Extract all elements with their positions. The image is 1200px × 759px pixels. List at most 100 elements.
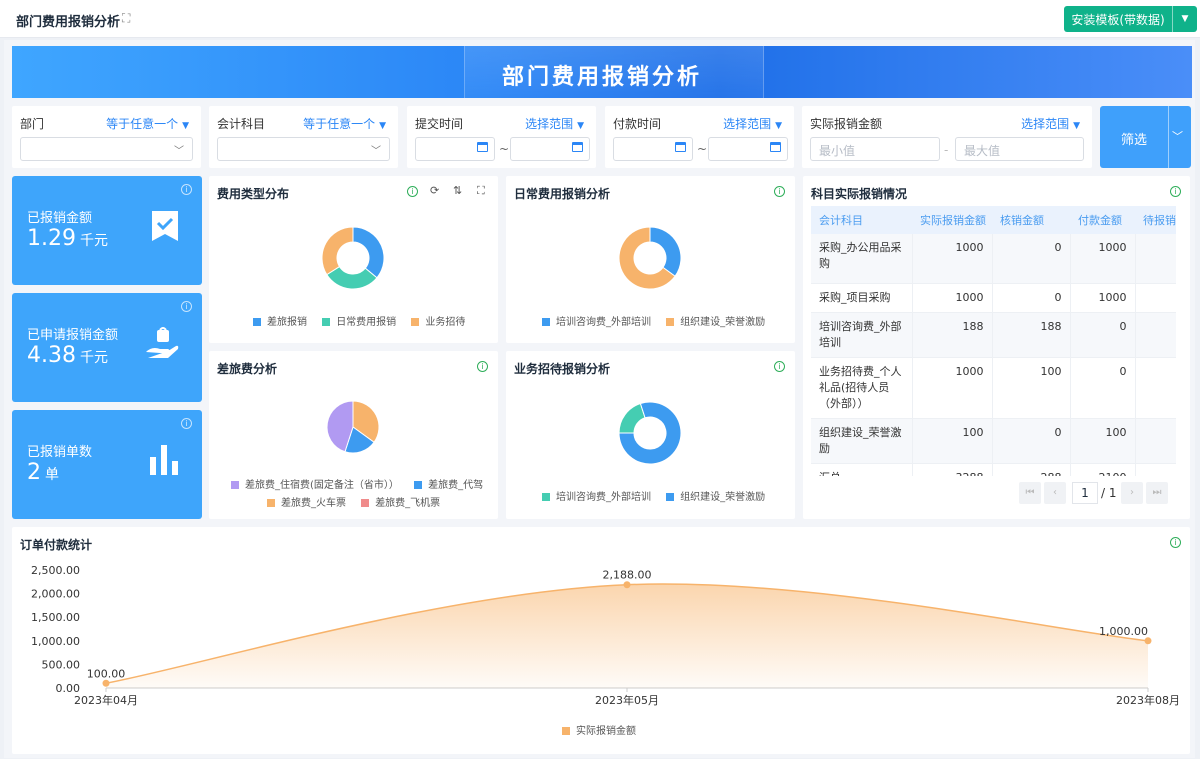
filter-operator-dropdown[interactable]: 等于任意一个 ▼ bbox=[303, 115, 386, 132]
data-label: 1,000.00 bbox=[1099, 625, 1148, 638]
min-amount-input[interactable]: 最小值 bbox=[810, 137, 940, 161]
filter-button[interactable]: 筛选 ﹀ bbox=[1100, 106, 1191, 168]
column-header[interactable]: 待报销 bbox=[1135, 206, 1176, 234]
chevron-down-icon[interactable]: ▼ bbox=[1173, 14, 1197, 24]
prev-page-button[interactable]: ‹ bbox=[1044, 482, 1066, 504]
legend-item: 日常费用报销 bbox=[322, 317, 396, 328]
calendar-icon bbox=[770, 142, 781, 152]
filter-label: 实际报销金额 bbox=[810, 117, 883, 131]
area-fill bbox=[106, 584, 1148, 688]
y-tick-label: 1,000.00 bbox=[31, 635, 80, 648]
pie-slice[interactable] bbox=[321, 226, 354, 276]
filter-operator-dropdown[interactable]: 选择范围 ▼ bbox=[723, 115, 782, 132]
legend-item: 实际报销金额 bbox=[562, 726, 636, 737]
y-tick-label: 500.00 bbox=[42, 658, 81, 671]
kpi-applied-amount: i 已申请报销金额 4.38 千元 bbox=[12, 293, 202, 402]
kpi-value: 2单 bbox=[27, 460, 59, 485]
legend-item: 差旅费_住宿费(固定备注（省市）） bbox=[231, 480, 399, 491]
table-row: 采购_办公用品采购 1000 0 1000 bbox=[811, 234, 1176, 284]
chart-fee-type: 费用类型分布 i ⟳ ⇅ ⛶ 差旅报销 日常费用报销 业务招待 bbox=[209, 176, 498, 343]
info-icon[interactable]: i bbox=[181, 418, 192, 429]
kpi-value: 4.38 千元 bbox=[27, 343, 108, 368]
chart-legend: 差旅费_住宿费(固定备注（省市）） 差旅费_代驾 bbox=[231, 476, 495, 491]
data-point[interactable] bbox=[1144, 637, 1152, 645]
column-header[interactable]: 实际报销金额 bbox=[912, 206, 992, 234]
chart-legend: 差旅报销 日常费用报销 业务招待 bbox=[253, 313, 477, 328]
filter-operator-dropdown[interactable]: 等于任意一个 ▼ bbox=[106, 115, 189, 132]
table-title: 科目实际报销情况 bbox=[811, 187, 908, 201]
chart-travel-expense: 差旅费分析 i 差旅费_住宿费(固定备注（省市）） 差旅费_代驾 差旅费_火车票… bbox=[209, 351, 498, 519]
chevron-down-icon: ﹀ bbox=[174, 146, 184, 157]
next-page-button[interactable]: › bbox=[1121, 482, 1143, 504]
submit-start-date[interactable] bbox=[415, 137, 495, 161]
filter-operator-dropdown[interactable]: 选择范围 ▼ bbox=[525, 115, 584, 132]
data-point[interactable] bbox=[623, 581, 631, 589]
kpi-label: 已申请报销金额 bbox=[27, 328, 119, 343]
filter-pay-time: 付款时间 选择范围 ▼ ~ bbox=[605, 106, 794, 168]
data-point[interactable] bbox=[102, 679, 110, 687]
filter-label: 会计科目 bbox=[217, 117, 266, 131]
pay-start-date[interactable] bbox=[613, 137, 693, 161]
chart-daily-expense: 日常费用报销分析 i 培训咨询费_外部培训 组织建设_荣誉激励 bbox=[506, 176, 795, 343]
table-row: 组织建设_荣誉激励 100 0 100 bbox=[811, 418, 1176, 464]
filter-label: 提交时间 bbox=[415, 117, 464, 131]
pay-end-date[interactable] bbox=[708, 137, 788, 161]
filter-operator-dropdown[interactable]: 选择范围 ▼ bbox=[1021, 115, 1080, 132]
info-icon[interactable]: i bbox=[181, 184, 192, 195]
account-select[interactable]: ﹀ bbox=[217, 137, 390, 161]
filter-label: 付款时间 bbox=[613, 117, 662, 131]
area-chart: 0.00500.001,000.001,500.002,000.002,500.… bbox=[31, 564, 1180, 707]
subject-reimbursement-table: 科目实际报销情况 i 会计科目 实际报销金额 核销金额 付款金额 待报销 采购_… bbox=[803, 176, 1190, 519]
legend-item: 差旅费_火车票 bbox=[267, 498, 346, 509]
table-row: 培训咨询费_外部培训 188 188 0 bbox=[811, 312, 1176, 358]
chart-entertainment-expense: 业务招待报销分析 i 培训咨询费_外部培训 组织建设_荣誉激励 bbox=[506, 351, 795, 519]
chevron-down-icon[interactable]: ﹀ bbox=[1172, 128, 1183, 144]
submit-end-date[interactable] bbox=[510, 137, 590, 161]
chart-legend: 培训咨询费_外部培训 组织建设_荣誉激励 bbox=[542, 313, 777, 328]
legend-item: 业务招待 bbox=[411, 317, 465, 328]
column-header[interactable]: 核销金额 bbox=[992, 206, 1070, 234]
legend-item: 组织建设_荣誉激励 bbox=[666, 317, 765, 328]
y-tick-label: 2,500.00 bbox=[31, 564, 80, 577]
first-page-button[interactable]: ⏮ bbox=[1019, 482, 1041, 504]
info-icon[interactable]: i bbox=[1170, 186, 1181, 197]
legend-item: 差旅费_代驾 bbox=[414, 480, 483, 491]
max-amount-input[interactable]: 最大值 bbox=[955, 137, 1084, 161]
department-select[interactable]: ﹀ bbox=[20, 137, 193, 161]
last-page-button[interactable]: ⏭ bbox=[1146, 482, 1168, 504]
hand-money-icon bbox=[146, 327, 179, 358]
y-tick-label: 1,500.00 bbox=[31, 611, 80, 624]
fullscreen-icon[interactable]: ⛶ bbox=[122, 11, 130, 25]
y-tick-label: 2,000.00 bbox=[31, 588, 80, 601]
legend-item: 组织建设_荣誉激励 bbox=[666, 492, 765, 503]
chart-legend: 差旅费_火车票 差旅费_飞机票 bbox=[267, 494, 452, 509]
kpi-reimbursed-amount: i 已报销金额 1.29 千元 bbox=[12, 176, 202, 285]
kpi-label: 已报销金额 bbox=[27, 211, 93, 226]
page-total: / 1 bbox=[1101, 486, 1117, 500]
install-template-button[interactable]: 安装模板(带数据) ▼ bbox=[1064, 6, 1197, 32]
legend-item: 差旅费_飞机票 bbox=[361, 498, 440, 509]
info-icon[interactable]: i bbox=[181, 301, 192, 312]
legend-item: 培训咨询费_外部培训 bbox=[542, 492, 651, 503]
calendar-icon bbox=[477, 142, 488, 152]
table-summary-row: 汇总32882882100 bbox=[811, 463, 1176, 476]
bookmark-check-icon bbox=[152, 211, 178, 241]
banner: 部门费用报销分析 bbox=[12, 46, 1192, 98]
legend-item: 差旅报销 bbox=[253, 317, 307, 328]
x-tick-label: 2023年05月 bbox=[595, 693, 659, 707]
table-header-row: 会计科目 实际报销金额 核销金额 付款金额 待报销 bbox=[811, 206, 1176, 234]
chart-order-payment: 订单付款统计 i 0.00 500.00 1,000.00 1,500.00 2,000… bbox=[12, 527, 1190, 754]
chevron-down-icon: ﹀ bbox=[371, 146, 381, 157]
bar-chart-icon bbox=[150, 445, 178, 475]
legend-item: 培训咨询费_外部培训 bbox=[542, 317, 651, 328]
kpi-label: 已报销单数 bbox=[27, 445, 93, 460]
kpi-reimbursed-count: i 已报销单数 2单 bbox=[12, 410, 202, 519]
column-header[interactable]: 会计科目 bbox=[811, 206, 912, 234]
data-label: 2,188.00 bbox=[603, 569, 652, 582]
table-row: 采购_项目采购 1000 0 1000 bbox=[811, 283, 1176, 313]
column-header[interactable]: 付款金额 bbox=[1070, 206, 1135, 234]
page-number-input[interactable]: 1 bbox=[1072, 482, 1098, 504]
pie-slice[interactable] bbox=[618, 402, 646, 434]
app-title: 部门费用报销分析 bbox=[16, 15, 121, 30]
pie-slice[interactable] bbox=[352, 226, 385, 279]
